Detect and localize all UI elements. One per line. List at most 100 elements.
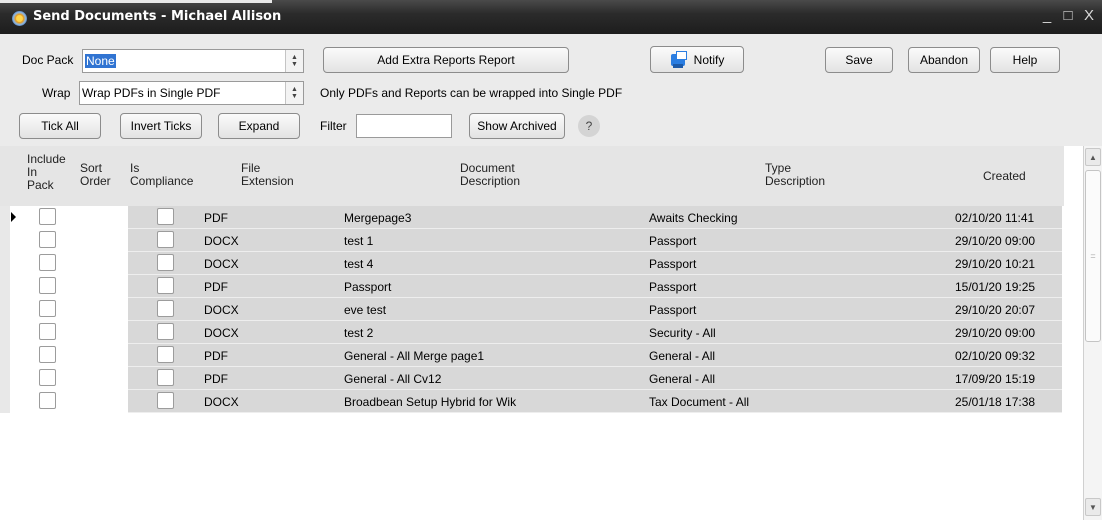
include-in-pack-checkbox[interactable] — [39, 323, 56, 340]
cell-description: test 4 — [344, 257, 374, 271]
is-compliance-checkbox[interactable] — [157, 392, 174, 409]
row-indicator[interactable] — [0, 298, 10, 321]
maximize-icon[interactable]: □ — [1061, 7, 1075, 24]
cell-created: 29/10/20 09:00 — [955, 326, 1036, 340]
table-row[interactable]: DOCX eve test Passport 29/10/20 20:07 — [0, 298, 1064, 321]
show-archived-button[interactable]: Show Archived — [469, 113, 565, 139]
row-indicator[interactable] — [0, 344, 10, 367]
scroll-thumb[interactable]: = — [1085, 170, 1101, 342]
header-is-compliance[interactable]: Is Compliance — [130, 162, 193, 188]
is-compliance-checkbox[interactable] — [157, 369, 174, 386]
row-left-area — [0, 390, 128, 413]
table-row[interactable]: DOCX test 1 Passport 29/10/20 09:00 — [0, 229, 1064, 252]
cell-extension: DOCX — [204, 326, 239, 340]
is-compliance-checkbox[interactable] — [157, 231, 174, 248]
is-compliance-checkbox[interactable] — [157, 346, 174, 363]
close-icon[interactable]: X — [1082, 7, 1096, 24]
help-button[interactable]: Help — [990, 47, 1060, 73]
minimize-icon[interactable]: _ — [1040, 7, 1054, 24]
row-left-area — [0, 275, 128, 298]
table-row[interactable]: DOCX test 2 Security - All 29/10/20 09:00 — [0, 321, 1064, 344]
include-in-pack-checkbox[interactable] — [39, 208, 56, 225]
include-in-pack-checkbox[interactable] — [39, 254, 56, 271]
cell-created: 02/10/20 09:32 — [955, 349, 1036, 363]
window-title: Send Documents - Michael Allison — [33, 9, 282, 24]
tick-all-button[interactable]: Tick All — [19, 113, 101, 139]
app-gear-icon — [12, 11, 27, 26]
cell-extension: DOCX — [204, 303, 239, 317]
question-help-icon[interactable]: ? — [578, 115, 600, 137]
header-type-description[interactable]: Type Description — [765, 162, 825, 188]
doc-pack-selected-text: None — [85, 54, 116, 68]
doc-pack-label: Doc Pack — [22, 53, 74, 67]
row-indicator[interactable] — [0, 367, 10, 390]
header-include-in-pack[interactable]: Include In Pack — [27, 153, 66, 192]
spinner-arrows-icon[interactable]: ▲ ▼ — [285, 82, 303, 104]
header-file-extension[interactable]: File Extension — [241, 162, 294, 188]
cell-extension: DOCX — [204, 257, 239, 271]
cell-type: Security - All — [649, 326, 716, 340]
row-left-area — [0, 344, 128, 367]
chevron-down-icon[interactable]: ▼ — [1085, 498, 1101, 516]
filter-input[interactable] — [356, 114, 452, 138]
row-indicator[interactable] — [0, 275, 10, 298]
expand-button[interactable]: Expand — [218, 113, 300, 139]
cell-created: 17/09/20 15:19 — [955, 372, 1036, 386]
cell-description: Mergepage3 — [344, 211, 412, 225]
cell-type: General - All — [649, 349, 716, 363]
header-sort-order[interactable]: Sort Order — [80, 162, 111, 188]
table-row[interactable]: DOCX test 4 Passport 29/10/20 10:21 — [0, 252, 1064, 275]
row-band — [128, 252, 1062, 275]
table-row[interactable]: DOCX Broadbean Setup Hybrid for Wik Tax Do… — [0, 390, 1064, 413]
cell-description: test 2 — [344, 326, 374, 340]
include-in-pack-checkbox[interactable] — [39, 346, 56, 363]
row-left-area — [0, 252, 128, 275]
wrap-select[interactable]: Wrap PDFs in Single PDF ▲ ▼ — [79, 81, 304, 105]
chevron-up-icon[interactable]: ▲ — [1085, 148, 1101, 166]
header-created[interactable]: Created — [983, 170, 1026, 183]
cell-created: 02/10/20 11:41 — [955, 211, 1035, 225]
notify-button[interactable]: Notify — [650, 46, 744, 73]
cell-type: General - All — [649, 372, 716, 386]
cell-extension: DOCX — [204, 395, 239, 409]
doc-pack-select[interactable]: None ▲ ▼ — [82, 49, 304, 73]
abandon-button[interactable]: Abandon — [908, 47, 980, 73]
cell-type: Tax Document - All — [649, 395, 750, 409]
cell-type: Passport — [649, 303, 697, 317]
table-row[interactable]: PDF Passport Passport 15/01/20 19:25 — [0, 275, 1064, 298]
row-indicator[interactable] — [0, 252, 10, 275]
include-in-pack-checkbox[interactable] — [39, 300, 56, 317]
header-document-description[interactable]: Document Description — [460, 162, 520, 188]
table-row[interactable]: PDF Mergepage3 Awaits Checking 02/10/20 11:… — [0, 206, 1064, 229]
cell-description: test 1 — [344, 234, 374, 248]
row-left-area — [0, 298, 128, 321]
cell-description: Broadbean Setup Hybrid for Wik — [344, 395, 517, 409]
invert-ticks-button[interactable]: Invert Ticks — [120, 113, 202, 139]
row-left-area — [0, 367, 128, 390]
is-compliance-checkbox[interactable] — [157, 300, 174, 317]
row-indicator[interactable] — [0, 229, 10, 252]
include-in-pack-checkbox[interactable] — [39, 231, 56, 248]
table-row[interactable]: PDF General - All Merge page1 General - Al… — [0, 344, 1064, 367]
table-row[interactable]: PDF General - All Cv12 General - All 17/09/… — [0, 367, 1064, 390]
row-indicator[interactable] — [0, 321, 10, 344]
include-in-pack-checkbox[interactable] — [39, 277, 56, 294]
is-compliance-checkbox[interactable] — [157, 208, 174, 225]
is-compliance-checkbox[interactable] — [157, 323, 174, 340]
spinner-arrows-icon[interactable]: ▲ ▼ — [285, 50, 303, 72]
row-band — [128, 275, 1062, 298]
save-button[interactable]: Save — [825, 47, 893, 73]
add-extra-reports-button[interactable]: Add Extra Reports Report — [323, 47, 569, 73]
cell-extension: DOCX — [204, 234, 239, 248]
vertical-scrollbar[interactable]: ▲ = ▼ — [1083, 146, 1102, 520]
row-pointer-icon — [11, 212, 16, 222]
include-in-pack-checkbox[interactable] — [39, 369, 56, 386]
is-compliance-checkbox[interactable] — [157, 254, 174, 271]
notify-label: Notify — [693, 52, 725, 67]
include-in-pack-checkbox[interactable] — [39, 392, 56, 409]
row-indicator[interactable] — [0, 390, 10, 413]
row-indicator[interactable] — [0, 206, 10, 229]
grid-header: Include In Pack Sort Order Is Compliance… — [0, 146, 1064, 206]
cell-description: General - All Merge page1 — [344, 349, 485, 363]
is-compliance-checkbox[interactable] — [157, 277, 174, 294]
